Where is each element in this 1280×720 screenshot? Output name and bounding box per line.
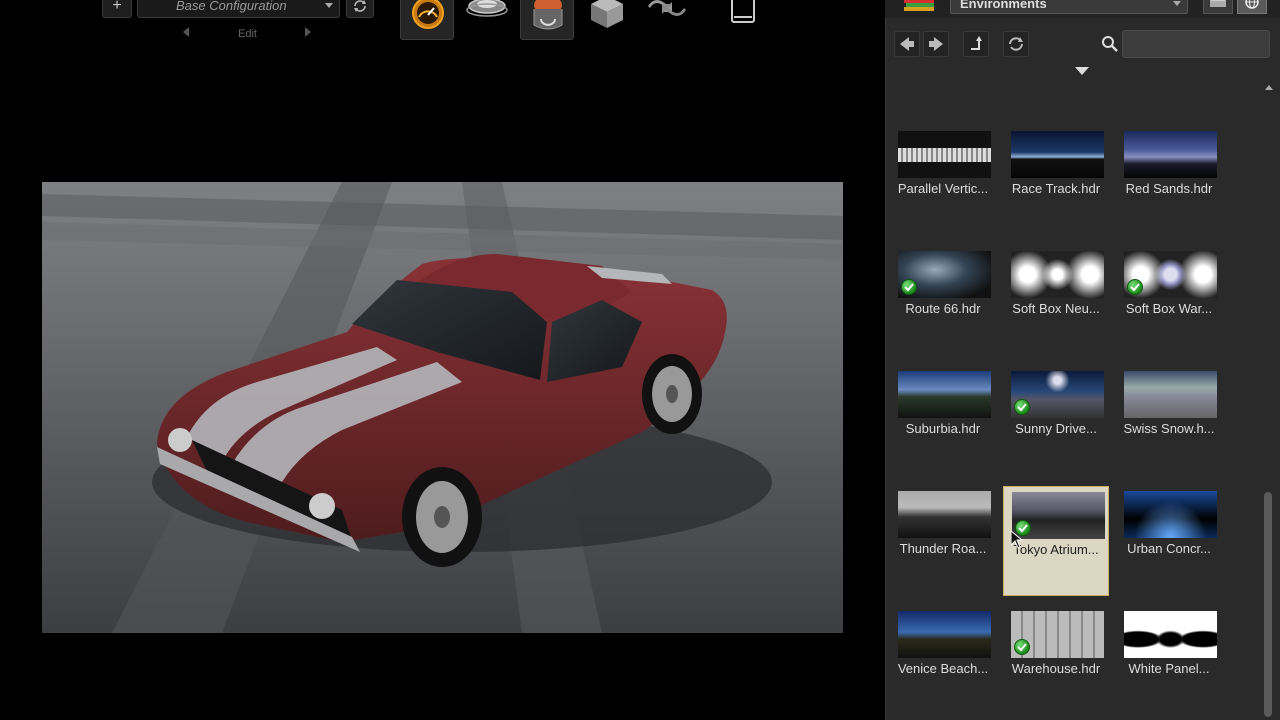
edit-navigator: Edit	[180, 27, 315, 42]
environment-label: Race Track.hdr	[1011, 181, 1101, 196]
return-arrow-icon	[971, 36, 982, 50]
turntable-icon	[466, 0, 508, 17]
mouse-cursor-icon	[1010, 529, 1024, 554]
checkmark-icon	[1014, 399, 1030, 415]
reload-button[interactable]	[640, 0, 694, 40]
refresh-icon	[354, 0, 366, 12]
up-folder-button[interactable]	[963, 31, 989, 57]
checkmark-icon	[1127, 279, 1143, 295]
environment-item[interactable]: Suburbia.hdr	[890, 361, 996, 471]
checkmark-icon	[901, 279, 917, 295]
environment-thumbnail	[898, 251, 991, 298]
environment-item[interactable]: Venice Beach...	[890, 601, 996, 711]
chevron-down-icon	[1173, 1, 1181, 6]
environment-thumbnail	[1012, 492, 1105, 539]
database-button[interactable]	[1203, 0, 1233, 14]
environment-thumbnail	[1124, 131, 1217, 178]
environment-label: Suburbia.hdr	[905, 421, 981, 436]
environment-label: Venice Beach...	[897, 661, 989, 676]
refresh-icon	[1009, 37, 1023, 51]
environment-item[interactable]: Red Sands.hdr	[1116, 121, 1222, 231]
environment-item[interactable]: White Panel...	[1116, 601, 1222, 711]
globe-button[interactable]	[1237, 0, 1267, 14]
refresh-configuration-button[interactable]	[346, 0, 374, 18]
checkmark-icon	[1014, 639, 1030, 655]
geometry-button[interactable]	[580, 0, 634, 40]
environment-item[interactable]: Soft Box War...	[1116, 241, 1222, 351]
environment-label: Parallel Vertic...	[897, 181, 989, 196]
tablet-icon	[731, 0, 755, 23]
render-viewport[interactable]	[42, 182, 843, 633]
scroll-up-icon[interactable]	[1265, 85, 1273, 90]
environment-thumbnail	[898, 131, 991, 178]
search-icon	[1100, 34, 1120, 54]
environment-item[interactable]: Route 66.hdr	[890, 241, 996, 351]
environment-label: Sunny Drive...	[1015, 421, 1097, 436]
add-configuration-button[interactable]: +	[102, 0, 132, 18]
environment-thumbnail	[898, 611, 991, 658]
panel-scrollbar[interactable]	[1264, 492, 1272, 717]
environment-item[interactable]: Soft Box Neu...	[1003, 241, 1109, 351]
device-button[interactable]	[716, 0, 770, 40]
environment-item[interactable]: Race Track.hdr	[1003, 121, 1109, 231]
environment-thumbnail	[1011, 251, 1104, 298]
environment-thumbnail	[1011, 611, 1104, 658]
search-input[interactable]	[1122, 30, 1270, 58]
environment-thumbnail	[1011, 131, 1104, 178]
forward-button[interactable]	[923, 31, 949, 57]
environment-item[interactable]: Thunder Roa...	[890, 481, 996, 591]
environment-item[interactable]: Urban Concr...	[1116, 481, 1222, 591]
turntable-button[interactable]	[460, 0, 514, 40]
configuration-dropdown[interactable]: Base Configuration	[137, 0, 340, 18]
environment-thumbnail	[898, 371, 991, 418]
render-teapot-icon	[533, 0, 563, 30]
environment-label: Swiss Snow.h...	[1123, 421, 1215, 436]
environment-item[interactable]: Warehouse.hdr	[1003, 601, 1109, 711]
environment-thumbnail	[1124, 491, 1217, 538]
environment-item[interactable]: Swiss Snow.h...	[1116, 361, 1222, 471]
library-category-label: Environments	[960, 0, 1047, 11]
environment-label: Route 66.hdr	[905, 301, 981, 316]
car-render	[42, 182, 843, 633]
environment-label: Red Sands.hdr	[1125, 181, 1213, 196]
arrow-right-icon	[929, 37, 943, 51]
back-button[interactable]	[894, 31, 920, 57]
arrow-left-icon	[900, 37, 914, 51]
environment-thumbnail	[1124, 371, 1217, 418]
environment-thumbnail	[1124, 251, 1217, 298]
environment-thumbnail	[1011, 371, 1104, 418]
chevron-down-icon	[325, 3, 333, 8]
library-books-icon[interactable]	[902, 0, 936, 16]
globe-icon	[1245, 0, 1259, 9]
configuration-label: Base Configuration	[176, 0, 287, 13]
environment-label: Warehouse.hdr	[1011, 661, 1101, 676]
environment-thumbnail	[1124, 611, 1217, 658]
edit-label: Edit	[238, 28, 257, 40]
gauge-tool-button[interactable]	[400, 0, 454, 40]
environment-label: Urban Concr...	[1127, 541, 1211, 556]
environment-item[interactable]: Sunny Drive...	[1003, 361, 1109, 471]
environment-label: Soft Box War...	[1125, 301, 1213, 316]
environment-thumbnail	[898, 491, 991, 538]
environment-label: Soft Box Neu...	[1012, 301, 1100, 316]
cube-icon	[591, 0, 623, 28]
environment-item[interactable]: Parallel Vertic...	[890, 121, 996, 231]
library-category-dropdown[interactable]: Environments	[950, 0, 1188, 14]
refresh-library-button[interactable]	[1003, 31, 1029, 57]
next-arrow-icon[interactable]	[305, 27, 311, 37]
render-button[interactable]	[520, 0, 574, 40]
reload-arrows-icon	[648, 0, 686, 16]
gauge-icon	[412, 0, 444, 29]
environment-label: White Panel...	[1128, 661, 1210, 676]
collapse-arrow-icon[interactable]	[1075, 67, 1089, 75]
environment-label: Thunder Roa...	[899, 541, 987, 556]
database-icon	[1210, 0, 1226, 7]
